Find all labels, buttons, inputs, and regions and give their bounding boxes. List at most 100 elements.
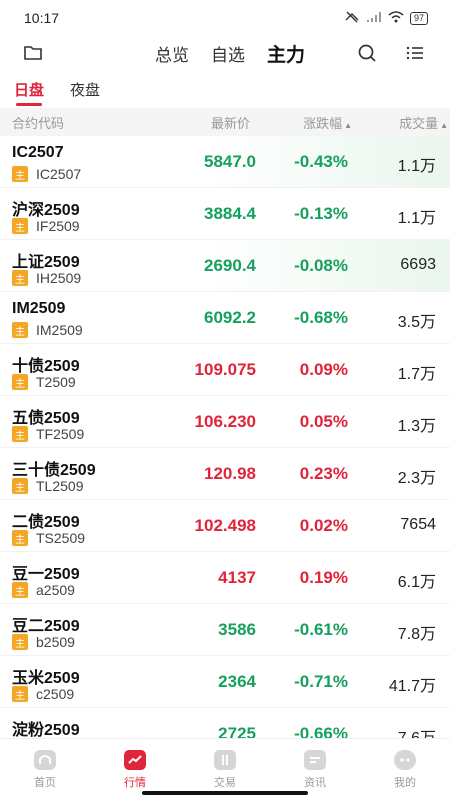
change-pct: -0.13% <box>294 204 348 223</box>
contract-code: IH2509 <box>36 270 82 286</box>
change-pct: -0.08% <box>294 256 348 275</box>
tabbar-label: 我的 <box>394 777 416 789</box>
contract-name: 十债2509 <box>12 358 80 375</box>
tab-watchlist[interactable]: 自选 <box>211 41 245 66</box>
list-item[interactable]: IM2509 主 IM2509 6092.2 -0.68% 3.5万 <box>0 292 450 344</box>
volume: 1.1万 <box>397 158 436 175</box>
list-item[interactable]: 十债2509 主 T2509 109.075 0.09% 1.7万 <box>0 344 450 396</box>
latest-price: 5847.0 <box>204 152 256 171</box>
main-contract-badge: 主 <box>12 530 28 546</box>
main-contract-badge: 主 <box>12 166 28 182</box>
wifi-icon <box>388 10 404 26</box>
volume: 41.7万 <box>388 678 436 695</box>
main-contract-badge: 主 <box>12 322 28 338</box>
change-pct: 0.02% <box>299 516 348 535</box>
market-trend-icon <box>123 749 147 771</box>
contract-code: IF2509 <box>36 218 80 234</box>
mute-icon <box>344 11 360 26</box>
contract-name: 五债2509 <box>12 410 80 427</box>
contract-name: 淀粉2509 <box>12 722 80 739</box>
contract-name: IM2509 <box>12 300 66 317</box>
change-pct: -0.68% <box>294 308 348 327</box>
list-item[interactable]: 五债2509 主 TF2509 106.230 0.05% 1.3万 <box>0 396 450 448</box>
tab-day-session[interactable]: 日盘 <box>14 79 44 108</box>
contract-name: 上证2509 <box>12 254 80 271</box>
main-contract-badge: 主 <box>12 634 28 650</box>
list-item[interactable]: 上证2509 主 IH2509 2690.4 -0.08% 6693 <box>0 240 450 292</box>
main-contract-badge: 主 <box>12 270 28 286</box>
change-pct: 0.19% <box>299 568 348 587</box>
tabbar-label: 交易 <box>214 777 236 789</box>
contract-code: c2509 <box>36 686 75 702</box>
trade-icon <box>213 749 237 771</box>
news-icon <box>303 749 327 771</box>
tabbar-label: 行情 <box>124 777 146 789</box>
latest-price: 3586 <box>218 620 256 639</box>
change-pct: -0.71% <box>294 672 348 691</box>
status-bar: 10:17 97 <box>0 0 450 36</box>
latest-price: 2690.4 <box>204 256 256 275</box>
contract-name: 豆一2509 <box>12 566 80 583</box>
contract-code: TS2509 <box>36 530 86 546</box>
battery-indicator: 97 <box>409 11 428 25</box>
contract-code: T2509 <box>36 374 76 390</box>
col-change-pct[interactable]: 涨跌幅 ▲ <box>303 113 352 132</box>
change-pct: 0.23% <box>299 464 348 483</box>
volume: 3.5万 <box>397 314 436 331</box>
home-icon <box>33 749 57 771</box>
tab-night-session[interactable]: 夜盘 <box>70 79 100 108</box>
tab-overview[interactable]: 总览 <box>155 41 189 66</box>
list-item[interactable]: 豆二2509 主 b2509 3586 -0.61% 7.8万 <box>0 604 450 656</box>
signal-icon <box>366 11 382 26</box>
tabbar-profile[interactable]: 我的 <box>360 739 450 800</box>
contract-code: IM2509 <box>36 322 83 338</box>
list-item[interactable]: 玉米2509 主 c2509 2364 -0.71% 41.7万 <box>0 656 450 708</box>
col-volume[interactable]: 成交量 ▲ <box>399 113 448 132</box>
profile-icon <box>393 749 417 771</box>
latest-price: 6092.2 <box>204 308 256 327</box>
contract-name: 三十债2509 <box>12 462 96 479</box>
latest-price: 3884.4 <box>204 204 256 223</box>
list-item[interactable]: 淀粉2509 2725 -0.66% 7.6万 <box>0 708 450 740</box>
header-tabs: 总览 自选 主力 <box>0 36 450 70</box>
main-contract-badge: 主 <box>12 218 28 234</box>
sort-triangle-icon: ▲ <box>344 120 352 130</box>
list-item[interactable]: 三十债2509 主 TL2509 120.98 0.23% 2.3万 <box>0 448 450 500</box>
volume: 1.7万 <box>397 366 436 383</box>
latest-price: 102.498 <box>194 516 256 535</box>
tabbar-home[interactable]: 首页 <box>0 739 90 800</box>
contract-code: TF2509 <box>36 426 85 442</box>
search-icon[interactable] <box>356 42 378 64</box>
change-pct: 0.09% <box>299 360 348 379</box>
list-item[interactable]: 沪深2509 主 IF2509 3884.4 -0.13% 1.1万 <box>0 188 450 240</box>
app-header: 总览 自选 主力 <box>0 36 450 70</box>
contract-code: IC2507 <box>36 166 82 182</box>
contract-code: b2509 <box>36 634 75 650</box>
main-contract-badge: 主 <box>12 478 28 494</box>
latest-price: 106.230 <box>194 412 256 431</box>
volume: 7654 <box>400 516 436 533</box>
volume: 7.8万 <box>397 626 436 643</box>
volume: 1.1万 <box>397 210 436 227</box>
col-contract-code: 合约代码 <box>12 115 65 131</box>
status-icons: 97 <box>344 10 428 26</box>
volume: 6693 <box>400 256 436 273</box>
col-latest-price[interactable]: 最新价 <box>211 113 250 132</box>
contract-name: 玉米2509 <box>12 670 80 687</box>
contract-name: 二债2509 <box>12 514 80 531</box>
status-time: 10:17 <box>24 10 60 26</box>
contract-list: IC2507 主 IC2507 5847.0 -0.43% 1.1万 沪深2509… <box>0 136 450 740</box>
menu-list-icon[interactable] <box>404 42 426 64</box>
main-contract-badge: 主 <box>12 686 28 702</box>
latest-price: 120.98 <box>204 464 256 483</box>
contract-name: 沪深2509 <box>12 202 80 219</box>
list-item[interactable]: 豆一2509 主 a2509 4137 0.19% 6.1万 <box>0 552 450 604</box>
tab-main-contracts[interactable]: 主力 <box>267 40 305 67</box>
main-contract-badge: 主 <box>12 582 28 598</box>
list-item[interactable]: IC2507 主 IC2507 5847.0 -0.43% 1.1万 <box>0 136 450 188</box>
contract-code: TL2509 <box>36 478 84 494</box>
latest-price: 109.075 <box>194 360 256 379</box>
sort-triangle-icon: ▲ <box>440 120 448 130</box>
home-indicator <box>142 791 308 795</box>
list-item[interactable]: 二债2509 主 TS2509 102.498 0.02% 7654 <box>0 500 450 552</box>
